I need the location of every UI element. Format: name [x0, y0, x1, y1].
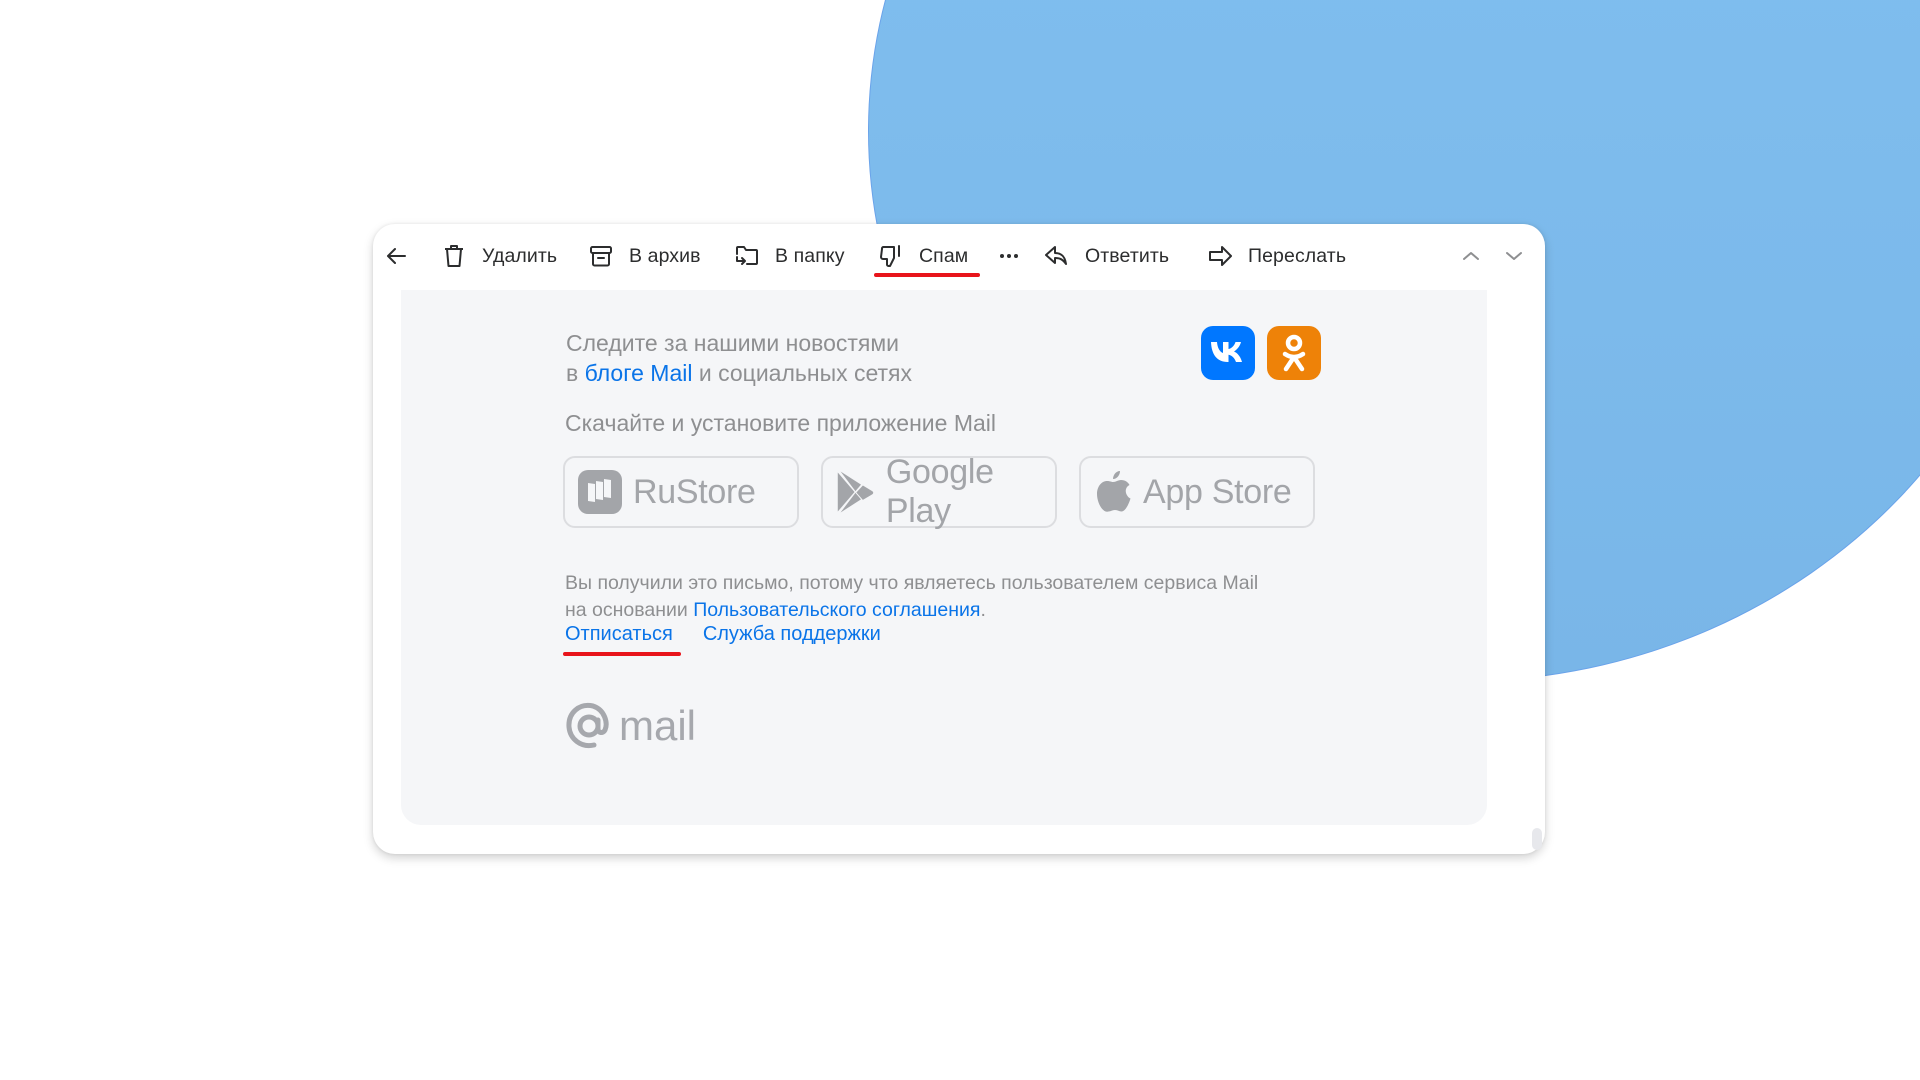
folder-move-icon: [736, 246, 758, 265]
mail-brand-logo: mail: [565, 702, 696, 750]
ok-logo-icon: [1282, 334, 1306, 372]
back-button[interactable]: [383, 240, 411, 272]
move-to-folder-button[interactable]: В папку: [733, 240, 845, 272]
unsubscribe-link[interactable]: Отписаться: [565, 623, 673, 646]
forward-button[interactable]: Переслать: [1206, 240, 1346, 272]
delete-button[interactable]: Удалить: [440, 240, 557, 272]
vk-social-button[interactable]: [1201, 326, 1255, 380]
archive-box-icon: [590, 246, 612, 267]
google-play-button[interactable]: Google Play: [821, 453, 1057, 530]
download-app-text: Скачайте и установите приложение Mail: [565, 410, 996, 436]
spam-label: Спам: [919, 244, 969, 267]
news-prefix: в: [566, 360, 585, 386]
news-suffix: и социальных сетях: [692, 360, 913, 386]
news-line-2: в блоге Mail и социальных сетях: [566, 358, 912, 388]
email-body: Следите за нашими новостями в блоге Mail…: [401, 290, 1487, 825]
arrow-left-icon: [387, 248, 406, 264]
forward-icon: [1209, 246, 1232, 266]
app-store-button[interactable]: App Store: [1079, 456, 1315, 528]
vk-logo-icon: [1211, 342, 1242, 362]
rustore-button[interactable]: RuStore: [563, 456, 799, 528]
rustore-label: RuStore: [633, 472, 756, 511]
reply-button[interactable]: Ответить: [1043, 240, 1169, 272]
ok-social-button[interactable]: [1267, 326, 1321, 380]
previous-email-button[interactable]: [1457, 240, 1485, 272]
email-toolbar: Удалить В архив В папку Спам Ответить Пе…: [373, 224, 1545, 288]
legal-line-2: на основании Пользовательского соглашени…: [565, 597, 1258, 624]
apple-logo-icon: [1097, 471, 1131, 512]
unsubscribe-highlight-underline: [563, 652, 681, 656]
news-block: Следите за нашими новостями в блоге Mail…: [566, 328, 912, 388]
spam-highlight-underline: [874, 273, 980, 277]
legal-prefix: на основании: [565, 599, 694, 621]
support-link[interactable]: Служба поддержки: [703, 623, 881, 646]
app-store-label: App Store: [1143, 472, 1292, 511]
rustore-logo-icon: [578, 470, 622, 514]
trash-icon: [445, 245, 463, 267]
brand-name: mail: [619, 702, 697, 749]
more-dots-icon: [1000, 254, 1018, 258]
google-play-label: Google Play: [885, 453, 994, 530]
mail-blog-link[interactable]: блоге Mail: [585, 360, 693, 386]
move-to-folder-label: В папку: [775, 244, 845, 267]
email-viewer-panel: Удалить В архив В папку Спам Ответить Пе…: [373, 224, 1545, 854]
legal-suffix: .: [980, 599, 986, 621]
chevron-down-icon: [1506, 252, 1522, 260]
delete-label: Удалить: [482, 244, 558, 267]
scrollbar-thumb[interactable]: [1532, 828, 1542, 850]
archive-label: В архив: [629, 244, 701, 267]
at-sign-icon: [566, 702, 609, 749]
legal-line-1: Вы получили это письмо, потому что являе…: [565, 572, 1259, 594]
news-line-1: Следите за нашими новостями: [566, 330, 900, 356]
spam-button[interactable]: Спам: [877, 240, 968, 272]
reply-label: Ответить: [1085, 244, 1170, 267]
forward-label: Переслать: [1248, 244, 1347, 267]
reply-icon: [1045, 246, 1067, 265]
google-play-logo-icon: [837, 471, 874, 513]
legal-notice: Вы получили это письмо, потому что являе…: [565, 570, 1258, 624]
footer-links: Отписаться Служба поддержки: [565, 623, 881, 646]
more-button[interactable]: [995, 240, 1023, 272]
archive-button[interactable]: В архив: [587, 240, 701, 272]
chevron-up-icon: [1463, 252, 1479, 260]
thumbs-down-icon: [880, 245, 900, 267]
user-agreement-link[interactable]: Пользовательского соглашения: [693, 599, 980, 621]
next-email-button[interactable]: [1500, 240, 1528, 272]
